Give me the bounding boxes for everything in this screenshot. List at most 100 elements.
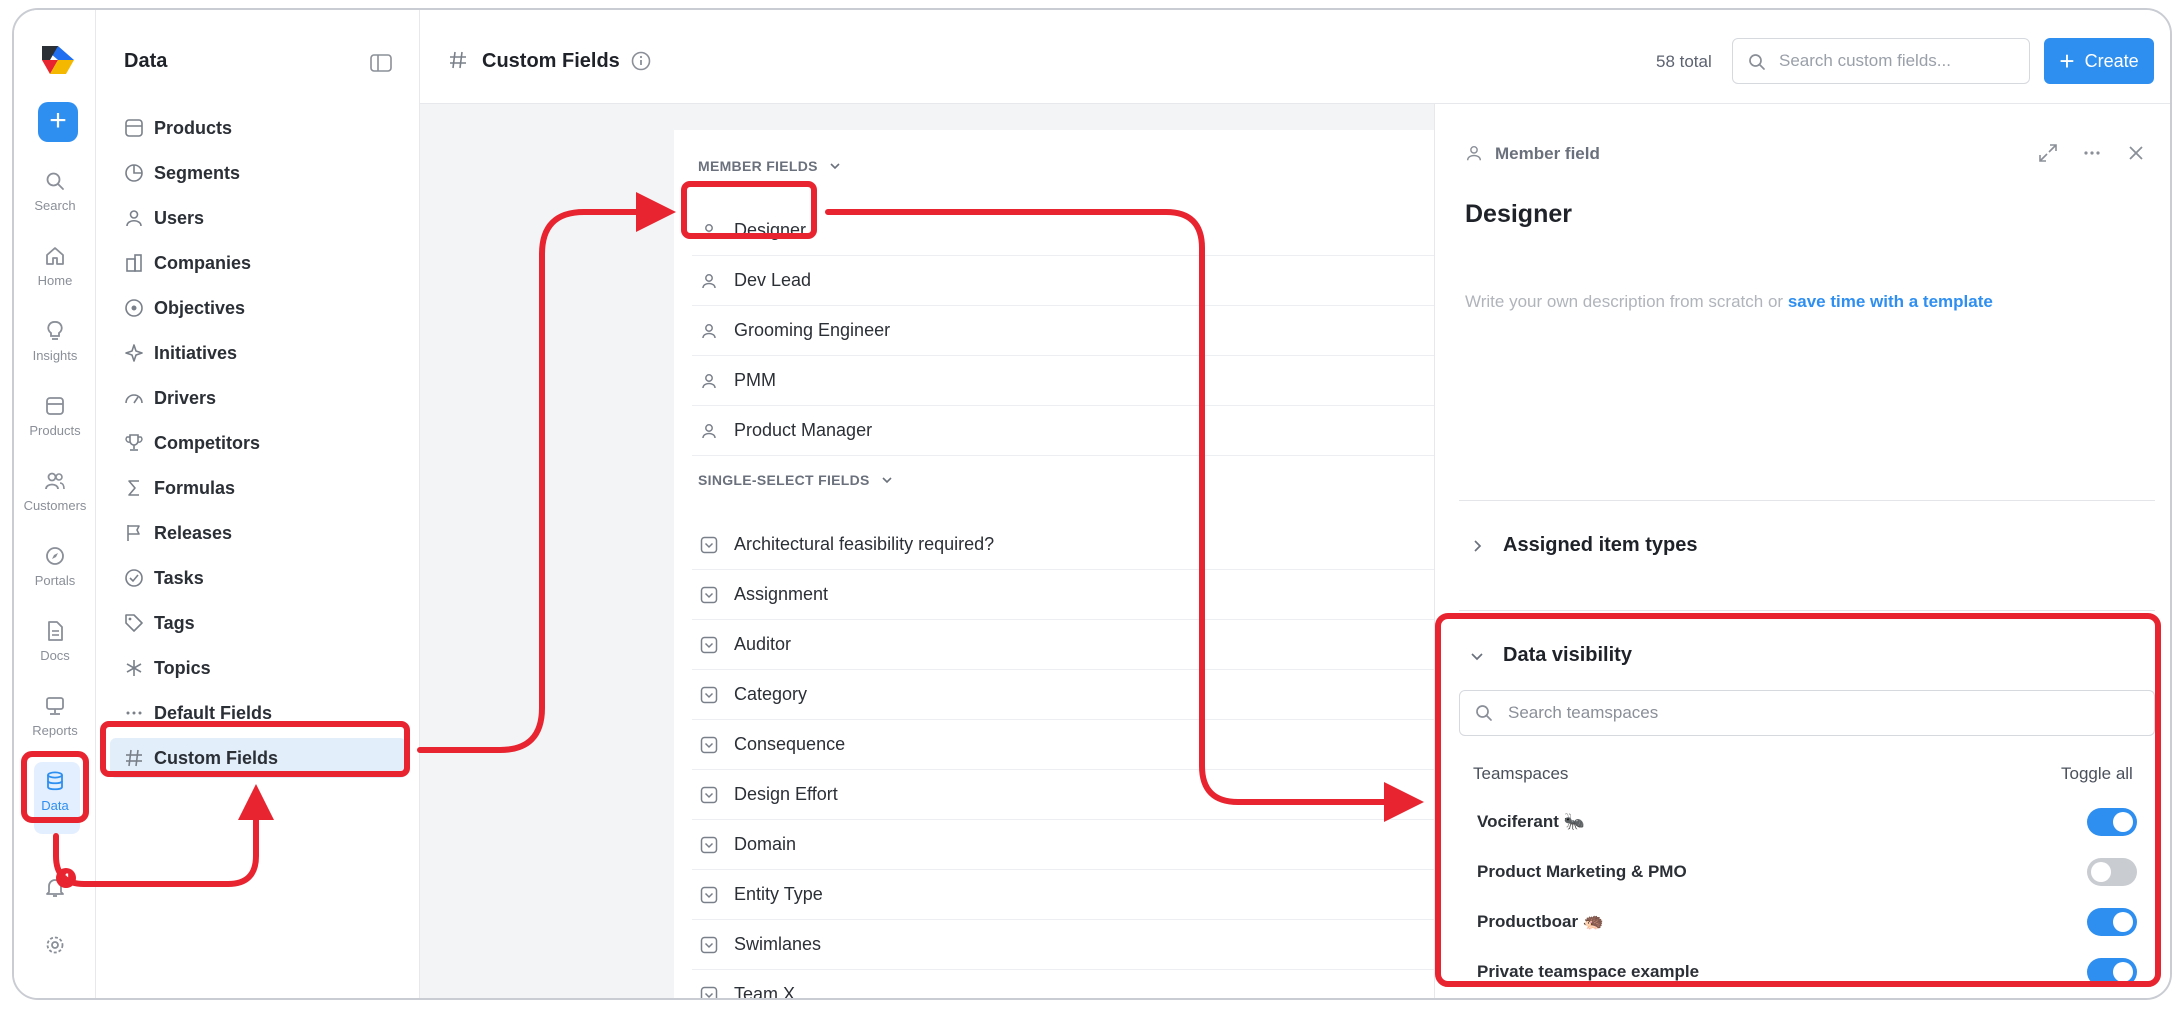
sidebar-item-label: Default Fields [154, 702, 273, 723]
sidebar-item-default-fields[interactable]: Default Fields [110, 693, 406, 733]
rail-item-portals[interactable]: Portals [14, 545, 96, 588]
teamspace-name: Vociferant 🐜 [1477, 812, 1585, 831]
field-name: Designer [734, 220, 807, 240]
quick-create-button[interactable]: + [38, 102, 78, 142]
visibility-toggle[interactable] [2087, 958, 2137, 986]
sidebar-item-label: Products [154, 117, 233, 138]
sidebar-item-formulas[interactable]: Formulas [110, 468, 406, 508]
sidebar-item-label: Tags [154, 612, 195, 633]
member-field-row[interactable]: Product Manager [692, 406, 1434, 456]
sidebar-item-drivers[interactable]: Drivers [110, 378, 406, 418]
field-kind: Member field [1495, 144, 1600, 163]
user-icon [126, 210, 142, 227]
search-icon [1476, 705, 1492, 721]
sidebar-item-companies[interactable]: Companies [110, 243, 406, 283]
close-icon[interactable] [2125, 142, 2147, 164]
lightbulb-icon [47, 321, 63, 340]
rail-item-search[interactable]: Search [14, 170, 96, 213]
teamspace-search-input[interactable] [1508, 699, 2108, 727]
field-title[interactable]: Designer [1465, 200, 1572, 229]
sidebar-item-custom-fields[interactable]: Custom Fields [110, 738, 406, 778]
ellipsis-icon [126, 711, 142, 715]
dropdown-field-icon [700, 986, 718, 998]
single-select-field-row[interactable]: Consequence [692, 720, 1434, 770]
sidebar-item-users[interactable]: Users [110, 198, 406, 238]
hash-icon [126, 749, 142, 767]
rail-item-home[interactable]: Home [14, 245, 96, 288]
rail-label: Search [34, 198, 76, 213]
sidebar-item-label: Tasks [154, 567, 204, 588]
single-select-field-row[interactable]: Domain [692, 820, 1434, 870]
member-field-row[interactable]: Dev Lead [692, 256, 1434, 306]
member-fields-header[interactable]: MEMBER FIELDS [698, 158, 842, 174]
rail-item-docs[interactable]: Docs [14, 620, 96, 663]
member-field-row[interactable]: Grooming Engineer [692, 306, 1434, 356]
single-select-field-row[interactable]: Auditor [692, 620, 1434, 670]
single-select-field-row[interactable]: Architectural feasibility required? [692, 520, 1434, 570]
rail-label: Products [29, 423, 81, 438]
sidebar-item-label: Drivers [154, 387, 217, 408]
rail-item-customers[interactable]: Customers [14, 470, 96, 513]
search-icon [1749, 54, 1765, 70]
gauge-icon [125, 394, 143, 404]
sidebar-item-label: Topics [154, 657, 211, 678]
sidebar-item-topics[interactable]: Topics [110, 648, 406, 688]
user-icon [702, 423, 716, 438]
hash-icon [450, 51, 466, 69]
top-bar: Custom Fields 58 total + Create [420, 10, 2170, 104]
sidebar-item-competitors[interactable]: Competitors [110, 423, 406, 463]
trophy-icon [125, 434, 143, 451]
rail-item-reports[interactable]: Reports [14, 695, 96, 738]
toggle-knob [2113, 912, 2133, 932]
create-button[interactable]: + Create [2044, 38, 2154, 84]
toggle-all-button[interactable]: Toggle all [2061, 764, 2133, 784]
sidebar-item-initiatives[interactable]: Initiatives [110, 333, 406, 373]
single-select-field-row[interactable]: Swimlanes [692, 920, 1434, 970]
rail-item-insights[interactable]: Insights [14, 320, 96, 363]
sidebar-item-tasks[interactable]: Tasks [110, 558, 406, 598]
compass-icon [46, 547, 64, 565]
single-select-field-row[interactable]: Team X [692, 970, 1434, 998]
sidebar-item-products[interactable]: Products [110, 108, 406, 148]
gear-icon[interactable] [44, 934, 66, 956]
search-input[interactable] [1779, 47, 2019, 75]
nav-rail: + Search Home Insights Products Customer… [14, 10, 96, 998]
assigned-item-types-toggle[interactable]: Assigned item types [1469, 534, 1698, 557]
field-name: Grooming Engineer [734, 320, 891, 340]
info-icon[interactable] [630, 50, 652, 72]
flag-icon [127, 525, 140, 541]
custom-fields-search[interactable] [1732, 38, 2030, 84]
rail-item-data[interactable]: Data [14, 770, 96, 813]
single-select-field-row[interactable]: Category [692, 670, 1434, 720]
field-detail-panel: Member field Designer Write your own des… [1434, 104, 2170, 998]
user-icon [1466, 145, 1482, 161]
teamspace-search[interactable] [1459, 690, 2155, 736]
template-link[interactable]: save time with a template [1788, 292, 1993, 311]
sidebar-item-objectives[interactable]: Objectives [110, 288, 406, 328]
user-icon [702, 323, 716, 338]
member-field-row[interactable]: Designer [692, 206, 1434, 256]
member-field-row[interactable]: PMM [692, 356, 1434, 406]
visibility-toggle[interactable] [2087, 908, 2137, 936]
single-select-field-row[interactable]: Entity Type [692, 870, 1434, 920]
more-options-icon[interactable] [2081, 142, 2103, 164]
visibility-toggle[interactable] [2087, 858, 2137, 886]
rail-item-products[interactable]: Products [14, 395, 96, 438]
section-title: SINGLE-SELECT FIELDS [698, 472, 870, 488]
visibility-toggle[interactable] [2087, 808, 2137, 836]
teamspace-row: Product Marketing & PMO [1477, 854, 2137, 890]
field-description[interactable]: Write your own description from scratch … [1465, 292, 1993, 312]
sidebar-item-tags[interactable]: Tags [110, 603, 406, 643]
single-select-field-row[interactable]: Assignment [692, 570, 1434, 620]
rail-label: Home [37, 273, 73, 288]
sidebar-item-segments[interactable]: Segments [110, 153, 406, 193]
data-visibility-toggle[interactable]: Data visibility [1469, 644, 1632, 667]
productboard-logo[interactable] [42, 46, 74, 74]
single-select-fields-header[interactable]: SINGLE-SELECT FIELDS [698, 472, 894, 488]
sidebar-collapse-icon[interactable] [370, 54, 392, 72]
expand-icon[interactable] [2037, 142, 2059, 164]
sidebar-item-releases[interactable]: Releases [110, 513, 406, 553]
pie-chart-icon [125, 164, 143, 182]
asterisk-icon [126, 660, 142, 676]
single-select-field-row[interactable]: Design Effort [692, 770, 1434, 820]
